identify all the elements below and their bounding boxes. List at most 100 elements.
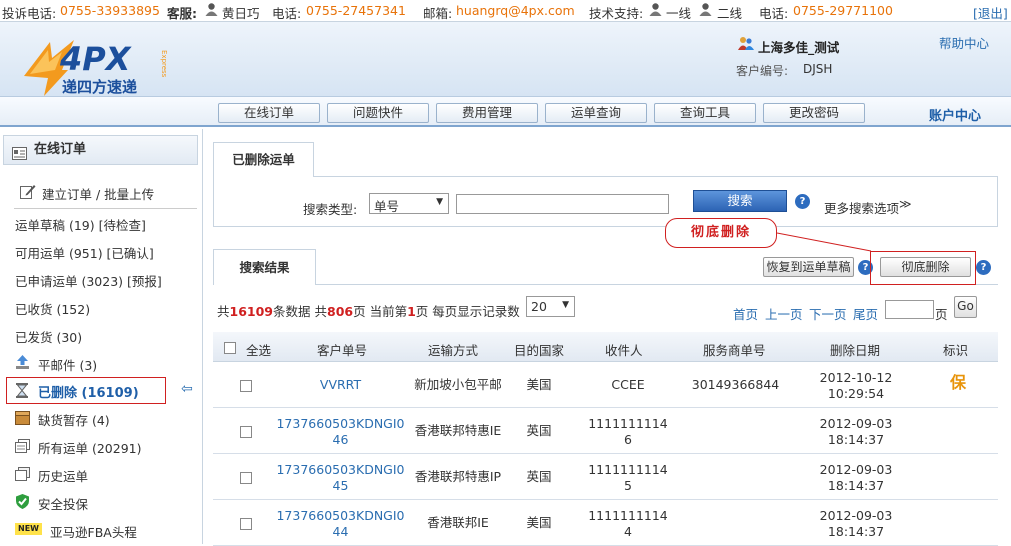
order-number-link-cont[interactable]: 46	[273, 433, 408, 447]
permanent-delete-button[interactable]: 彻底删除	[880, 257, 971, 277]
sidebar-item-insurance[interactable]: 安全投保	[38, 494, 88, 513]
deleted-date: 2012-10-12	[819, 370, 893, 385]
order-number-link[interactable]: VVRRT	[273, 378, 408, 392]
column-header-recipient: 收件人	[605, 343, 643, 358]
sidebar-title: 在线订单	[3, 135, 198, 165]
pager-first[interactable]: 首页	[733, 304, 758, 323]
pager-prev[interactable]: 上一页	[765, 304, 803, 323]
tech-phone: 0755-29771100	[793, 3, 893, 18]
sidebar-item-applied[interactable]: 已申请运单 (3023) [预报]	[15, 271, 162, 290]
recipient-cont: 6	[624, 432, 632, 447]
deleted-date: 2012-09-03	[819, 462, 893, 477]
help-icon[interactable]: ?	[795, 194, 810, 209]
nav-waybill-query[interactable]: 运单查询	[545, 103, 647, 123]
recipient: CCEE	[611, 377, 645, 392]
nav-account-center[interactable]: 账户中心	[929, 105, 981, 124]
row-checkbox[interactable]	[240, 426, 252, 438]
tab-search-results[interactable]: 搜索结果	[213, 249, 316, 285]
person-icon	[698, 2, 713, 20]
go-button[interactable]: Go	[954, 296, 977, 318]
nav-online-orders[interactable]: 在线订单	[218, 103, 320, 123]
help-icon[interactable]: ?	[976, 260, 991, 275]
double-chevron-down-icon[interactable]: ≫	[899, 197, 912, 211]
create-order-row: 建立订单 / 批量上传	[14, 179, 197, 209]
row-checkbox[interactable]	[240, 472, 252, 484]
header: 4PX 递四方速递 Express 上海多佳_测试 客户编号: DJSH 帮助中…	[0, 22, 1011, 97]
column-header-order-no: 客户单号	[317, 343, 368, 358]
tech-line2[interactable]: 二线	[717, 3, 742, 22]
help-center-link[interactable]: 帮助中心	[939, 33, 989, 52]
box-icon	[15, 411, 30, 425]
per-page-value: 20	[531, 299, 547, 314]
total-pages: 806	[327, 304, 354, 319]
sidebar-item-surface-mail[interactable]: 平邮件 (3)	[38, 355, 97, 374]
person-icon	[648, 2, 663, 20]
create-order-link[interactable]: 建立订单 / 批量上传	[42, 184, 154, 203]
sidebar-item-deleted[interactable]: 已删除 (16109)	[38, 382, 139, 401]
tab-deleted-waybills[interactable]: 已删除运单	[213, 142, 314, 177]
deleted-date: 2012-09-03	[819, 508, 893, 523]
sidebar-item-shipped[interactable]: 已发货 (30)	[15, 327, 82, 346]
column-header-provider-no: 服务商单号	[703, 343, 766, 358]
nav-query-tools[interactable]: 查询工具	[654, 103, 756, 123]
pager-last[interactable]: 尾页	[853, 304, 878, 323]
shipping-method: 香港联邦特惠IE	[414, 423, 502, 438]
company-name: 上海多佳_测试	[758, 40, 840, 55]
logout-link[interactable]: [退出]	[973, 3, 1008, 22]
order-number-link-cont[interactable]: 45	[273, 479, 408, 493]
history-icon	[15, 467, 30, 481]
more-search-options[interactable]: 更多搜索选项	[824, 198, 899, 217]
search-button[interactable]: 搜索	[693, 190, 787, 212]
sidebar-item-all[interactable]: 所有运单 (20291)	[38, 438, 142, 457]
per-page-select[interactable]: 20 ▼	[526, 296, 575, 317]
order-number-link-cont[interactable]: 44	[273, 525, 408, 539]
search-type-select[interactable]: 单号 ▼	[369, 193, 449, 214]
column-header-select-all[interactable]: 全选	[246, 340, 271, 359]
shipping-method: 香港联邦IE	[427, 515, 489, 530]
shipping-method: 香港联邦特惠IP	[414, 469, 502, 484]
deleted-time: 18:14:37	[827, 478, 885, 493]
table-row: VVRRT 新加坡小包平邮 美国 CCEE 30149366844 2012-1…	[213, 363, 998, 408]
row-checkbox[interactable]	[240, 380, 252, 392]
tech-line1[interactable]: 一线	[666, 3, 691, 22]
nav-problem-parcels[interactable]: 问题快件	[327, 103, 429, 123]
results-table-header: 全选 客户单号 运输方式 目的国家 收件人 服务商单号 删除日期 标识	[213, 332, 998, 362]
edit-icon	[20, 184, 36, 202]
search-input[interactable]	[456, 194, 669, 214]
order-number-link[interactable]: 1737660503KDNGI0	[273, 509, 408, 523]
restore-to-draft-button[interactable]: 恢复到运单草稿	[763, 257, 854, 277]
search-type-value: 单号	[374, 199, 400, 214]
sidebar-item-available[interactable]: 可用运单 (951) [已确认]	[15, 243, 154, 262]
sidebar-item-amazon-fba[interactable]: 亚马逊FBA头程	[50, 522, 137, 541]
insured-mark-icon: 保	[949, 373, 966, 392]
sidebar-item-stockout[interactable]: 缺货暂存 (4)	[38, 410, 110, 429]
person-icon	[204, 2, 219, 20]
top-info-bar: 投诉电话: 0755-33933895 客服: 黄日巧 电话: 0755-274…	[0, 0, 1011, 22]
client-code: DJSH	[803, 62, 833, 76]
column-header-country: 目的国家	[514, 343, 565, 358]
column-header-mark: 标识	[943, 343, 969, 358]
pager-next[interactable]: 下一页	[809, 304, 847, 323]
phone-label: 电话:	[272, 6, 302, 21]
nav-billing[interactable]: 费用管理	[436, 103, 538, 123]
summary-text: 页 当前第	[353, 304, 408, 319]
service-name: 黄日巧	[222, 6, 260, 21]
deleted-time: 18:14:37	[827, 432, 885, 447]
arrow-left-icon: ⇦	[181, 381, 193, 397]
table-row: 1737660503KDNGI0 46 香港联邦特惠IE 英国 11111111…	[213, 409, 998, 454]
sidebar-item-received[interactable]: 已收货 (152)	[15, 299, 90, 318]
sidebar-item-drafts[interactable]: 运单草稿 (19) [待检查]	[15, 215, 146, 234]
sidebar-item-history[interactable]: 历史运单	[38, 466, 88, 485]
order-number-link[interactable]: 1737660503KDNGI0	[273, 417, 408, 431]
deleted-time: 18:14:37	[827, 524, 885, 539]
destination-country: 美国	[526, 515, 552, 530]
email-link[interactable]: huangrq@4px.com	[456, 3, 575, 18]
nav-change-password[interactable]: 更改密码	[763, 103, 865, 123]
select-all-checkbox[interactable]	[224, 342, 236, 354]
service-phone: 0755-27457341	[306, 3, 406, 18]
page-number-input[interactable]	[885, 300, 934, 319]
new-badge: NEW	[15, 523, 42, 535]
order-number-link[interactable]: 1737660503KDNGI0	[273, 463, 408, 477]
row-checkbox[interactable]	[240, 518, 252, 530]
provider-number: 30149366844	[691, 377, 780, 392]
